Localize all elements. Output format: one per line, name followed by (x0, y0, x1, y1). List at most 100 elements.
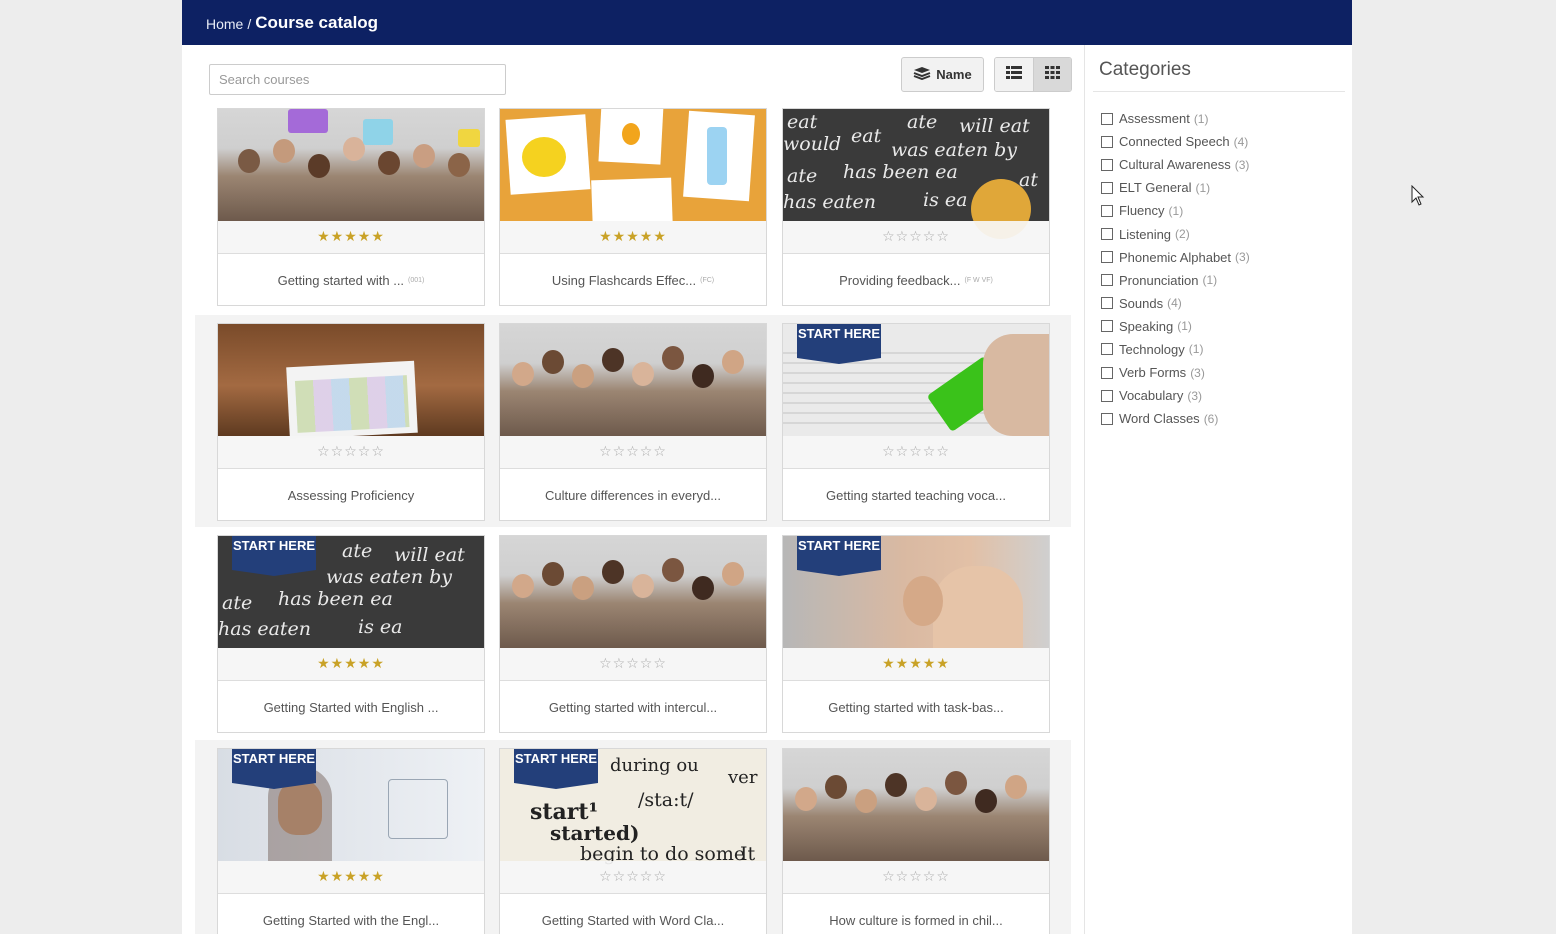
course-title-area: Getting started teaching voca... (783, 470, 1049, 520)
category-item[interactable]: Verb Forms (3) (1101, 361, 1250, 384)
checkbox[interactable] (1101, 343, 1113, 356)
category-item[interactable]: Pronunciation (1) (1101, 269, 1250, 292)
checkbox[interactable] (1101, 204, 1113, 217)
checkbox[interactable] (1101, 181, 1113, 194)
checkbox[interactable] (1101, 158, 1113, 171)
category-count: (6) (1203, 411, 1219, 426)
badge-label: START HERE (514, 751, 598, 766)
course-thumbnail: ☆☆☆☆☆ (500, 324, 766, 469)
course-thumbnail: START HERE ★★★★★ (783, 536, 1049, 681)
dictionary-text: started) (550, 821, 640, 845)
course-title: Providing feedback... (839, 272, 961, 288)
category-item[interactable]: Word Classes (6) (1101, 407, 1250, 430)
checkbox[interactable] (1101, 228, 1113, 241)
category-count: (1) (1202, 273, 1218, 288)
course-title-area: Getting Started with Word Cla... (500, 895, 766, 934)
category-item[interactable]: Vocabulary (3) (1101, 384, 1250, 407)
flashcards-photo (500, 109, 766, 231)
chalk-text: ate (907, 111, 938, 133)
category-label: Verb Forms (1119, 365, 1187, 381)
category-label: Listening (1119, 226, 1172, 242)
course-title-area: Assessing Proficiency (218, 470, 484, 520)
chalk-text: is ea (923, 189, 968, 211)
course-card[interactable]: eat ate will eat would eat was eaten by … (782, 108, 1050, 306)
checkbox[interactable] (1101, 320, 1113, 333)
chalk-text: eat (787, 111, 818, 133)
star-rating: ★★★★★ (218, 861, 484, 894)
course-title-area: Getting Started with the Engl... (218, 895, 484, 934)
checkbox[interactable] (1101, 274, 1113, 287)
category-item[interactable]: Connected Speech (4) (1101, 130, 1250, 153)
chalk-text: has been ea (278, 588, 393, 610)
list-icon (1006, 65, 1022, 84)
sort-by-name-button[interactable]: Name (901, 57, 984, 92)
checkbox[interactable] (1101, 297, 1113, 310)
checkbox[interactable] (1101, 112, 1113, 125)
group-photo (500, 536, 766, 648)
star-rating: ☆☆☆☆☆ (783, 861, 1049, 894)
category-count: (3) (1187, 388, 1202, 403)
category-label: ELT General (1119, 180, 1192, 196)
list-view-button[interactable] (995, 58, 1033, 91)
category-item[interactable]: Speaking (1) (1101, 315, 1250, 338)
search-input[interactable] (209, 64, 506, 95)
checkbox[interactable] (1101, 251, 1113, 264)
course-card[interactable]: ate will eat was eaten by ate has been e… (217, 535, 485, 733)
course-card[interactable]: START HERE ★★★★★ Getting Started with th… (217, 748, 485, 934)
grid-view-button[interactable] (1033, 58, 1071, 91)
chalk-text: has eaten (218, 618, 312, 640)
course-card[interactable]: START HERE ★★★★★ Getting started with ta… (782, 535, 1050, 733)
chalk-text: ate (222, 592, 253, 614)
course-title-area: Using Flashcards Effec... (FC) (500, 255, 766, 305)
chalk-text: has been ea (843, 161, 958, 183)
checkbox[interactable] (1101, 412, 1113, 425)
category-label: Technology (1119, 341, 1185, 357)
course-card[interactable]: ☆☆☆☆☆ Culture differences in everyd... (499, 323, 767, 521)
course-card[interactable]: ☆☆☆☆☆ How culture is formed in chil... (782, 748, 1050, 934)
checkbox[interactable] (1101, 389, 1113, 402)
category-label: Speaking (1119, 318, 1174, 334)
category-item[interactable]: Phonemic Alphabet (3) (1101, 246, 1250, 269)
category-item[interactable]: Cultural Awareness (3) (1101, 153, 1250, 176)
course-card[interactable]: ★★★★★ Using Flashcards Effec... (FC) (499, 108, 767, 306)
category-label: Word Classes (1119, 411, 1200, 427)
course-card[interactable]: START HERE ☆☆☆☆☆ Getting started teachin… (782, 323, 1050, 521)
course-card[interactable]: start¹ /sta:t/ started) begin to do some… (499, 748, 767, 934)
course-title-area: How culture is formed in chil... (783, 895, 1049, 934)
category-count: (3) (1190, 365, 1205, 380)
chalk-text: ate (342, 540, 373, 562)
course-card[interactable]: ☆☆☆☆☆ Getting started with intercul... (499, 535, 767, 733)
category-item[interactable]: Fluency (1) (1101, 199, 1250, 222)
star-rating: ★★★★★ (500, 221, 766, 254)
category-count: (1) (1168, 203, 1184, 218)
page: Home / Course catalog Name (182, 0, 1352, 934)
course-code: (001) (408, 276, 425, 284)
course-thumbnail: ate will eat was eaten by ate has been e… (218, 536, 484, 681)
category-item[interactable]: Assessment (1) (1101, 107, 1250, 130)
category-item[interactable]: Listening (2) (1101, 222, 1250, 245)
course-thumbnail: start¹ /sta:t/ started) begin to do some… (500, 749, 766, 894)
checkbox[interactable] (1101, 135, 1113, 148)
checkbox[interactable] (1101, 366, 1113, 379)
start-here-badge: START HERE (797, 536, 881, 576)
course-card[interactable]: ★★★★★ Getting started with ... (001) (217, 108, 485, 306)
course-title-area: Getting Started with English ... (218, 682, 484, 732)
course-code: (F W VF) (964, 276, 993, 284)
course-title: Getting started with task-bas... (828, 699, 1004, 715)
category-item[interactable]: ELT General (1) (1101, 176, 1250, 199)
chalk-text: would (783, 133, 842, 155)
course-card[interactable]: ☆☆☆☆☆ Assessing Proficiency (217, 323, 485, 521)
category-count: (3) (1234, 157, 1250, 172)
top-bar: Home / Course catalog (182, 0, 1352, 45)
category-label: Cultural Awareness (1119, 157, 1231, 173)
dictionary-text: ver (728, 767, 758, 788)
breadcrumb-home-link[interactable]: Home (206, 16, 243, 32)
category-item[interactable]: Sounds (4) (1101, 292, 1250, 315)
view-toggle (994, 57, 1072, 92)
category-item[interactable]: Technology (1) (1101, 338, 1250, 361)
course-title: Getting started teaching voca... (826, 487, 1006, 503)
category-label: Sounds (1119, 295, 1164, 311)
chalk-text: eat (851, 125, 882, 147)
start-here-badge: START HERE (797, 324, 881, 364)
sort-label: Name (936, 67, 972, 82)
